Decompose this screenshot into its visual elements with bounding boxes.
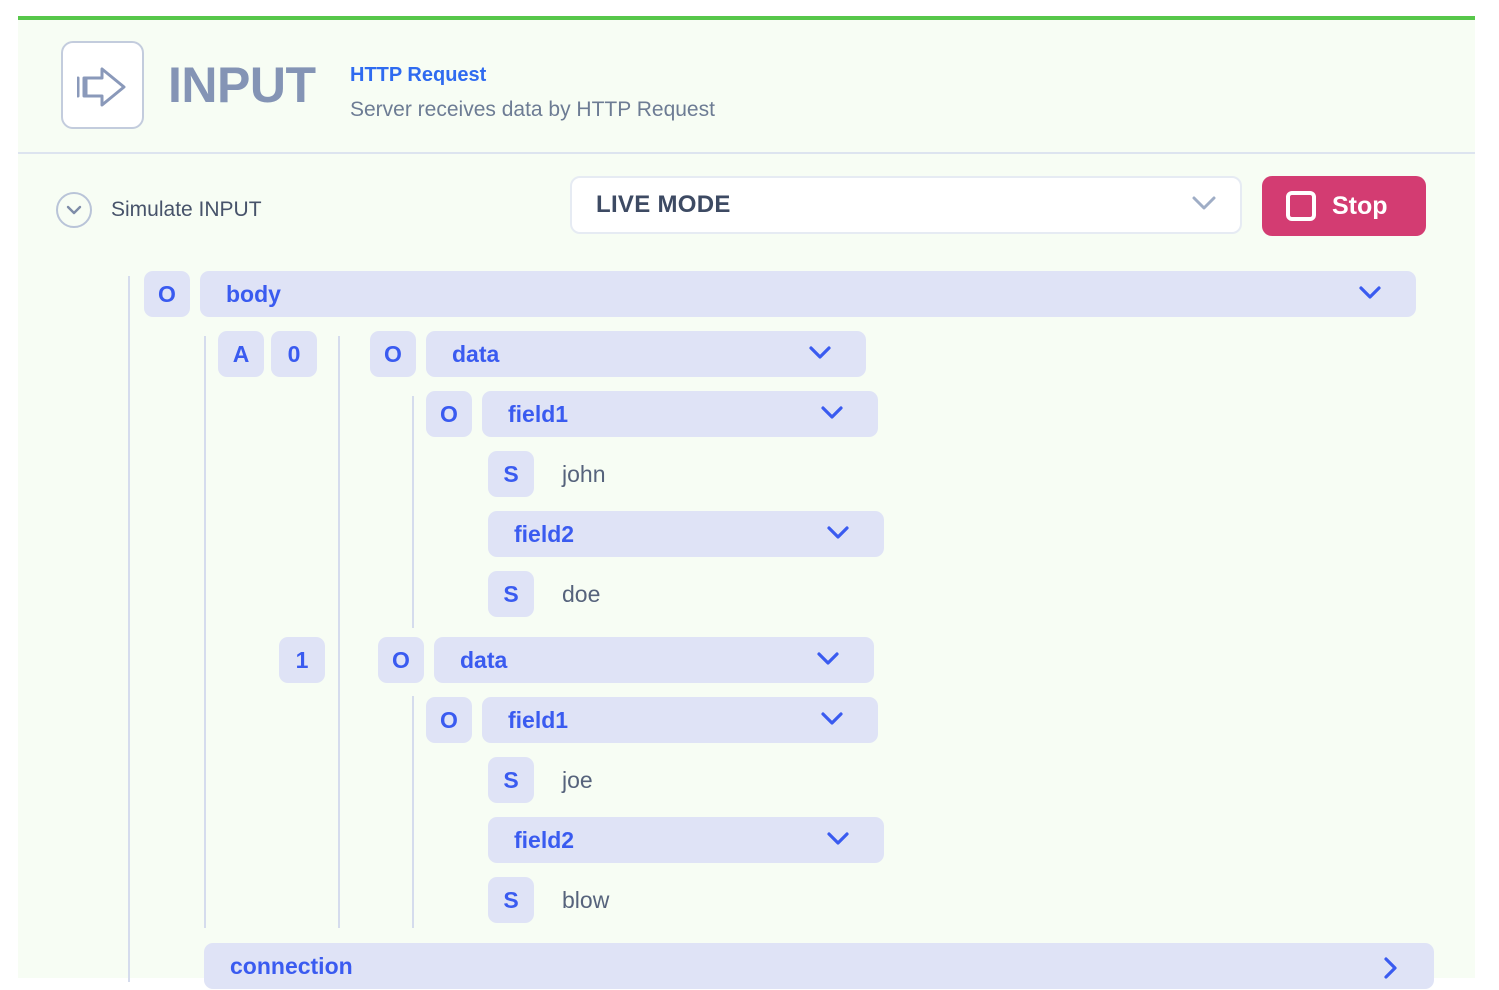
chevron-down-icon	[56, 192, 92, 228]
tree-row[interactable]: field2	[488, 510, 884, 558]
tree-row[interactable]: S doe	[488, 570, 600, 618]
tree-guide-line	[128, 276, 130, 982]
tree-node-value: doe	[562, 580, 601, 607]
tree-row[interactable]: O body	[144, 270, 1416, 318]
chevron-down-icon[interactable]	[808, 345, 832, 365]
node-description: Server receives data by HTTP Request	[350, 98, 715, 121]
tree-node-field2-a[interactable]: field2	[488, 511, 884, 557]
tree-node-data-1[interactable]: data	[434, 637, 874, 683]
tree-node-field1-b[interactable]: field1	[482, 697, 878, 743]
tree-node-label: field1	[508, 706, 569, 733]
stop-button[interactable]: Stop	[1262, 176, 1426, 236]
tree-node-field1-a[interactable]: field1	[482, 391, 878, 437]
tree-guide-line	[412, 696, 414, 928]
input-node-panel: INPUT HTTP Request Server receives data …	[18, 16, 1475, 989]
type-badge-object: O	[426, 697, 472, 743]
chevron-down-icon[interactable]	[826, 525, 850, 545]
node-toolbar: Simulate INPUT LIVE MODE Stop	[18, 154, 1475, 252]
simulate-input-label: Simulate INPUT	[111, 198, 262, 221]
tree-node-field2-b[interactable]: field2	[488, 817, 884, 863]
simulate-input-toggle[interactable]: Simulate INPUT	[56, 192, 262, 228]
type-badge-object: O	[144, 271, 190, 317]
tree-node-label: field2	[514, 520, 575, 547]
tree-node-label: connection	[230, 952, 353, 979]
node-subtype: HTTP Request	[350, 64, 487, 86]
chevron-down-icon	[1190, 194, 1218, 217]
tree-node-body[interactable]: body	[200, 271, 1416, 317]
tree-row[interactable]: O field1	[426, 696, 878, 744]
stop-button-label: Stop	[1332, 191, 1388, 220]
tree-node-connection[interactable]: connection	[204, 943, 1434, 989]
type-badge-object: O	[378, 637, 424, 683]
tree-node-value: joe	[562, 766, 593, 793]
tree-row[interactable]: O field1	[426, 390, 878, 438]
chevron-down-icon[interactable]	[820, 405, 844, 425]
chevron-down-icon[interactable]	[1358, 285, 1382, 305]
tree-row[interactable]: S blow	[488, 876, 609, 924]
chevron-down-icon[interactable]	[816, 651, 840, 671]
input-arrow-icon	[61, 41, 144, 129]
tree-row[interactable]: connection	[204, 942, 1434, 990]
tree-guide-line	[412, 396, 414, 628]
tree-row[interactable]: S joe	[488, 756, 593, 804]
node-header: INPUT HTTP Request Server receives data …	[18, 20, 1475, 154]
type-badge-string: S	[488, 877, 534, 923]
index-badge-0: 0	[271, 331, 317, 377]
tree-guide-line	[204, 336, 206, 928]
chevron-down-icon[interactable]	[826, 831, 850, 851]
tree-row[interactable]: field2	[488, 816, 884, 864]
type-badge-string: S	[488, 451, 534, 497]
tree-node-data-0[interactable]: data	[426, 331, 866, 377]
tree-node-label: data	[460, 646, 508, 673]
tree-row[interactable]: S john	[488, 450, 605, 498]
type-badge-array: A	[218, 331, 264, 377]
mode-select-value: LIVE MODE	[596, 191, 731, 218]
type-badge-string: S	[488, 571, 534, 617]
tree-node-label: body	[226, 280, 281, 307]
tree-node-value: blow	[562, 886, 610, 913]
type-badge-object: O	[426, 391, 472, 437]
payload-tree: O body A 0 O data O field1 S john field2…	[18, 252, 1475, 989]
chevron-right-icon[interactable]	[1382, 956, 1398, 985]
chevron-down-icon[interactable]	[820, 711, 844, 731]
tree-row[interactable]: 1 O data	[279, 636, 874, 684]
tree-node-label: data	[452, 340, 500, 367]
index-badge-1: 1	[279, 637, 325, 683]
tree-guide-line	[338, 336, 340, 928]
tree-row[interactable]: A 0 O data	[218, 330, 866, 378]
tree-node-value: john	[562, 460, 606, 487]
mode-select[interactable]: LIVE MODE	[570, 176, 1242, 234]
page-title: INPUT	[168, 57, 316, 113]
stop-square-icon	[1286, 191, 1316, 221]
type-badge-object: O	[370, 331, 416, 377]
tree-node-label: field2	[514, 826, 575, 853]
type-badge-string: S	[488, 757, 534, 803]
tree-node-label: field1	[508, 400, 569, 427]
